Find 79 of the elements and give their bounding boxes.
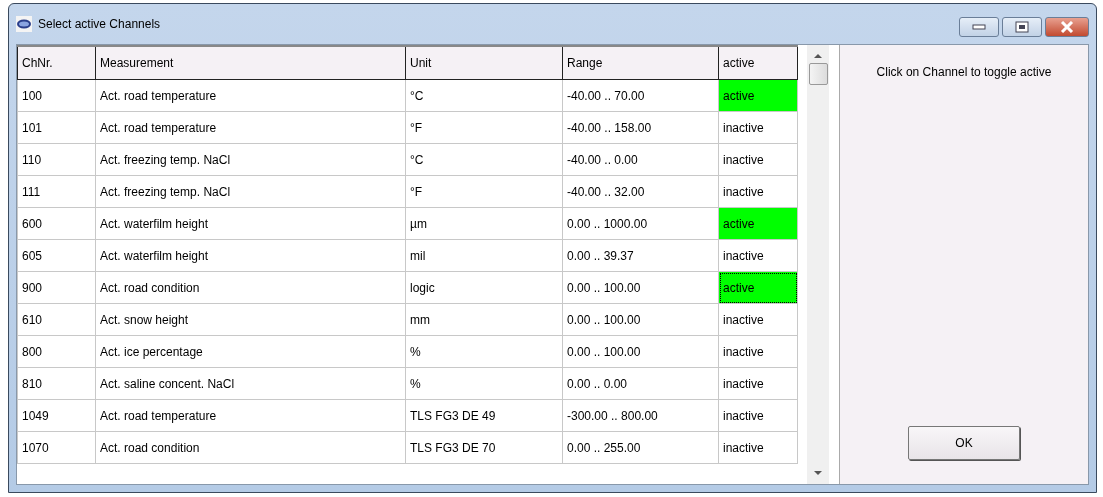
instruction-text: Click on Channel to toggle active (876, 65, 1052, 79)
table-cell[interactable]: mm (405, 303, 563, 336)
table-cell[interactable]: TLS FG3 DE 49 (405, 399, 563, 432)
status-cell[interactable]: inactive (718, 367, 798, 400)
table-cell[interactable]: °F (405, 175, 563, 208)
table-cell[interactable]: 0.00 .. 100.00 (562, 303, 719, 336)
table-cell[interactable]: mil (405, 239, 563, 272)
status-cell[interactable]: inactive (718, 303, 798, 336)
status-cell[interactable]: inactive (718, 431, 798, 464)
status-cell[interactable]: inactive (718, 335, 798, 368)
window-title: Select active Channels (38, 17, 161, 31)
table-cell[interactable]: °C (405, 79, 563, 112)
maximize-icon (1015, 21, 1029, 33)
table-cell[interactable]: 100 (17, 79, 96, 112)
column-header[interactable]: active (718, 46, 798, 80)
table-cell[interactable]: Act. snow height (95, 303, 406, 336)
minimize-icon (972, 24, 986, 30)
table-cell[interactable]: -40.00 .. 70.00 (562, 79, 719, 112)
status-cell[interactable]: inactive (718, 111, 798, 144)
table-cell[interactable]: µm (405, 207, 563, 240)
status-cell[interactable]: inactive (718, 239, 798, 272)
table-cell[interactable]: 0.00 .. 1000.00 (562, 207, 719, 240)
table-cell[interactable]: -300.00 .. 800.00 (562, 399, 719, 432)
table-cell[interactable]: Act. road condition (95, 431, 406, 464)
table-cell[interactable]: Act. road condition (95, 271, 406, 304)
table-cell[interactable]: 110 (17, 143, 96, 176)
table-cell[interactable]: 600 (17, 207, 96, 240)
table-cell[interactable]: Act. freezing temp. NaCl (95, 143, 406, 176)
scroll-down-icon[interactable] (813, 470, 823, 476)
status-cell[interactable]: inactive (718, 143, 798, 176)
table-cell[interactable]: Act. ice percentage (95, 335, 406, 368)
table-cell[interactable]: 605 (17, 239, 96, 272)
table-cell[interactable]: Act. road temperature (95, 79, 406, 112)
table-cell[interactable]: logic (405, 271, 563, 304)
table-cell[interactable]: 0.00 .. 100.00 (562, 271, 719, 304)
table-cell[interactable]: 0.00 .. 255.00 (562, 431, 719, 464)
table-cell[interactable]: 111 (17, 175, 96, 208)
table-cell[interactable]: -40.00 .. 0.00 (562, 143, 719, 176)
table-cell[interactable]: -40.00 .. 158.00 (562, 111, 719, 144)
table-cell[interactable]: Act. waterfilm height (95, 239, 406, 272)
table-cell[interactable]: 1049 (17, 399, 96, 432)
scrollbar[interactable] (807, 45, 829, 484)
status-cell[interactable]: inactive (718, 399, 798, 432)
close-button[interactable] (1045, 17, 1089, 37)
table-cell[interactable]: -40.00 .. 32.00 (562, 175, 719, 208)
table-cell[interactable]: 0.00 .. 100.00 (562, 335, 719, 368)
column-header[interactable]: Measurement (95, 46, 406, 80)
table-cell[interactable]: Act. waterfilm height (95, 207, 406, 240)
table-cell[interactable]: 800 (17, 335, 96, 368)
table-cell[interactable]: Act. saline concent. NaCl (95, 367, 406, 400)
column-header[interactable]: Range (562, 46, 719, 80)
status-cell[interactable]: active (718, 271, 798, 304)
table-cell[interactable]: °F (405, 111, 563, 144)
status-cell[interactable]: active (718, 207, 798, 240)
maximize-button[interactable] (1002, 17, 1042, 37)
table-cell[interactable]: % (405, 335, 563, 368)
table-cell[interactable]: °C (405, 143, 563, 176)
table-cell[interactable]: 1070 (17, 431, 96, 464)
status-cell[interactable]: inactive (718, 175, 798, 208)
table-cell[interactable]: Act. road temperature (95, 399, 406, 432)
column-header[interactable]: Unit (405, 46, 563, 80)
table-cell[interactable]: 0.00 .. 0.00 (562, 367, 719, 400)
table-cell[interactable]: 0.00 .. 39.37 (562, 239, 719, 272)
table-cell[interactable]: Act. road temperature (95, 111, 406, 144)
table-cell[interactable]: 810 (17, 367, 96, 400)
table-cell[interactable]: 900 (17, 271, 96, 304)
scroll-up-icon[interactable] (813, 53, 823, 59)
table-cell[interactable]: % (405, 367, 563, 400)
app-icon (16, 16, 32, 32)
minimize-button[interactable] (959, 17, 999, 37)
scroll-thumb[interactable] (808, 63, 828, 85)
column-header[interactable]: ChNr. (17, 46, 96, 80)
table-cell[interactable]: TLS FG3 DE 70 (405, 431, 563, 464)
table-cell[interactable]: Act. freezing temp. NaCl (95, 175, 406, 208)
table-cell[interactable]: 101 (17, 111, 96, 144)
ok-button[interactable]: OK (908, 426, 1020, 460)
status-cell[interactable]: active (718, 79, 798, 112)
close-icon (1060, 21, 1074, 33)
table-cell[interactable]: 610 (17, 303, 96, 336)
